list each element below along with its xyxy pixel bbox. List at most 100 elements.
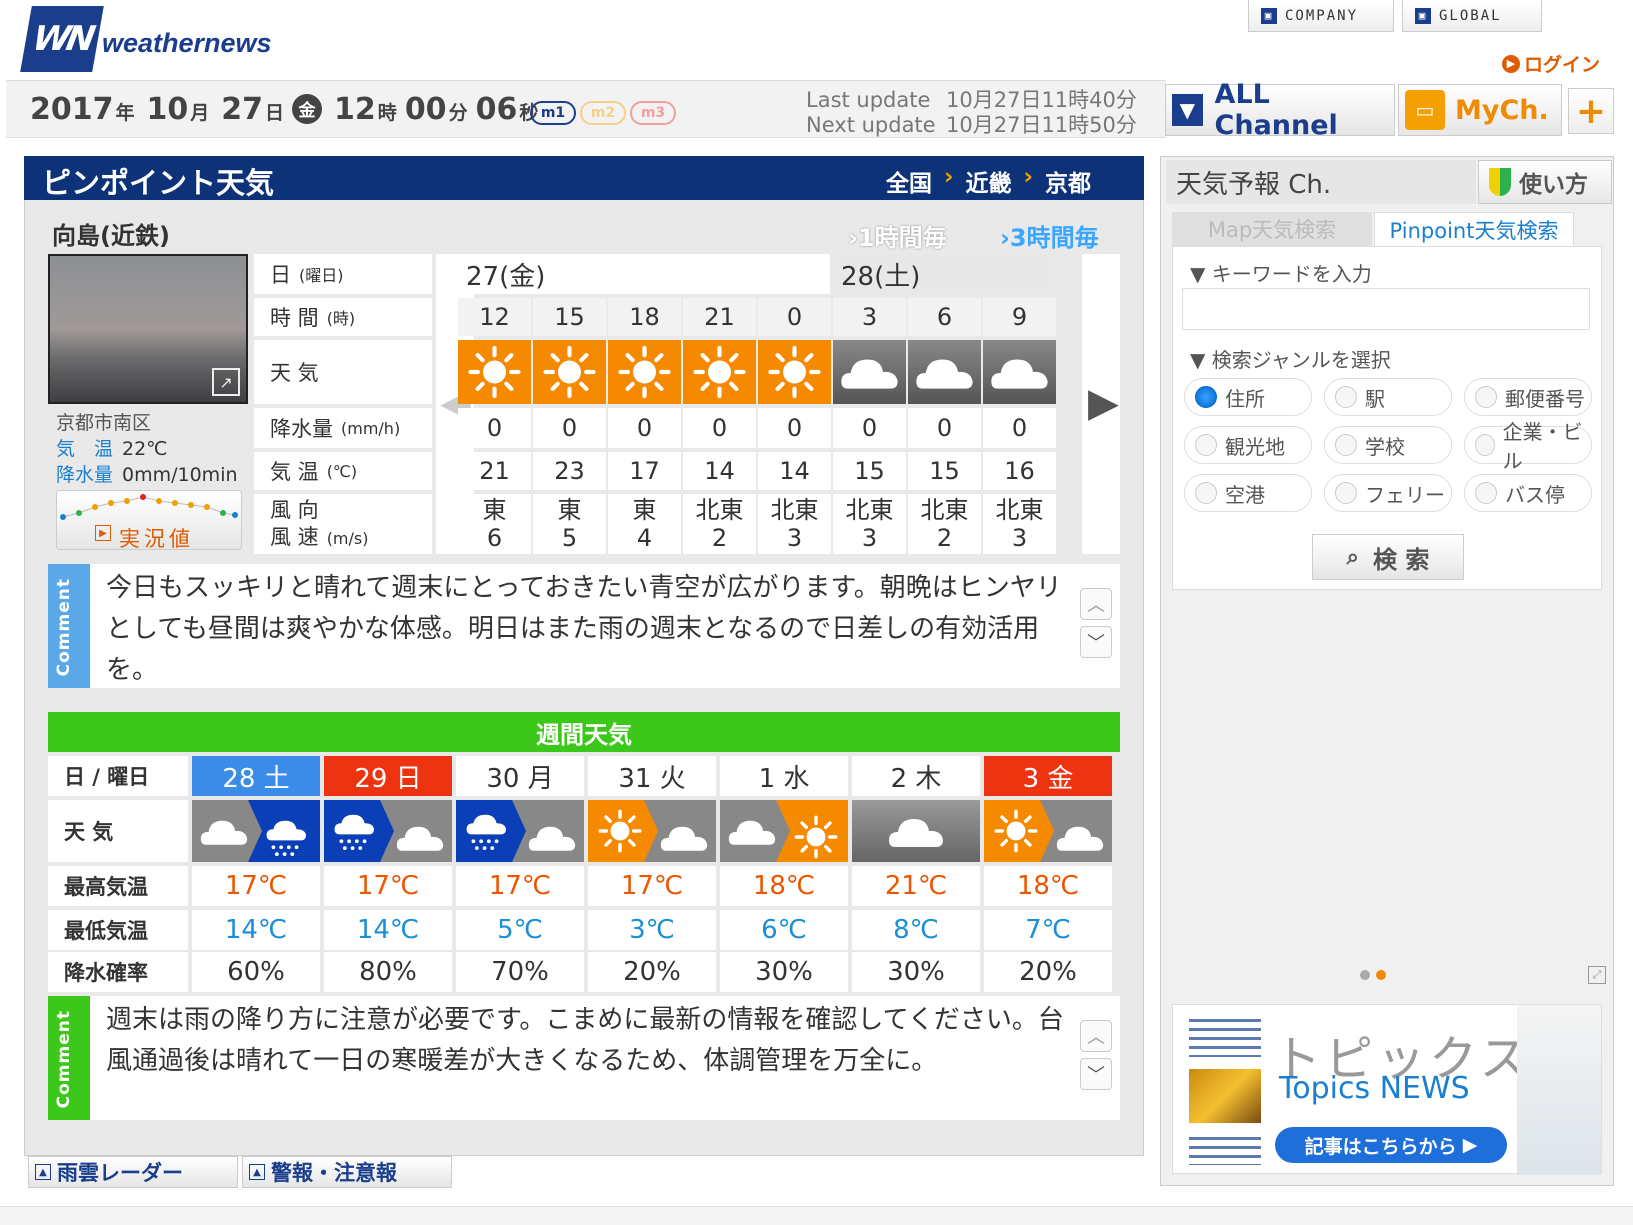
tv-icon: ▭	[1405, 90, 1445, 130]
genre-label-text: フェリー	[1365, 482, 1445, 507]
wind-cell: 北東 2	[908, 494, 981, 554]
carousel-dot-active[interactable]	[1376, 970, 1386, 980]
tab-3-hour-label: 3時間毎	[1009, 224, 1099, 252]
tab-pinpoint-search[interactable]: Pinpoint天気検索	[1374, 212, 1574, 246]
rain-cell: 0	[983, 408, 1056, 448]
clock-month: 10	[146, 92, 189, 127]
day-header: 28(土)	[833, 254, 1055, 294]
wind-direction: 東	[557, 496, 582, 524]
genre-radio[interactable]: 観光地	[1184, 426, 1312, 464]
wind-cell: 北東 3	[758, 494, 831, 554]
topics-button[interactable]: 記事はこちらから ▶	[1275, 1127, 1507, 1163]
rain-radar-tab[interactable]: ▲ 雨雲レーダー	[28, 1156, 238, 1188]
wind-cell: 東4	[608, 494, 681, 554]
arrow-right-icon: ▶	[1462, 1134, 1478, 1156]
weekly-pop-cell: 20%	[984, 952, 1112, 992]
tab-1-hour[interactable]: ›1時間毎	[848, 218, 947, 253]
sunny-icon	[683, 340, 756, 404]
next-update-value: 10月27日11時50分	[946, 113, 1137, 137]
weekly-high-cell: 17℃	[588, 866, 716, 906]
genre-radio[interactable]: バス停	[1464, 474, 1592, 512]
row-label-rain-sub: (mm/h)	[341, 418, 401, 438]
carousel-dot[interactable]	[1360, 970, 1370, 980]
next-arrow-icon[interactable]: ▶	[1088, 380, 1119, 426]
live-camera-image[interactable]: ↗	[48, 254, 248, 404]
rain-to-cloud-icon	[324, 800, 452, 862]
search-button-label: 検 索	[1372, 545, 1430, 574]
triangle-up-icon: ▲	[249, 1164, 265, 1180]
my-channel-button[interactable]: ▭ MyCh.	[1398, 84, 1562, 136]
expand-panel-icon[interactable]: ⤢	[1588, 966, 1606, 984]
genre-label-text: 学校	[1365, 434, 1405, 459]
row-label-date: 日 (曜日)	[254, 254, 432, 294]
keyword-input[interactable]	[1182, 288, 1590, 330]
mode-m1-button[interactable]: m1	[530, 101, 576, 125]
topics-subtitle: Topics NEWS	[1279, 1071, 1470, 1106]
weekly-high-cell: 17℃	[456, 866, 584, 906]
all-channel-button[interactable]: ▼ ALL Channel	[1165, 79, 1395, 141]
topics-banner[interactable]: トピックス Topics NEWS 記事はこちらから ▶	[1172, 1004, 1602, 1175]
warnings-tab[interactable]: ▲ 警報・注意報	[242, 1156, 452, 1188]
search-button[interactable]: ⌕ 検 索	[1312, 534, 1464, 580]
next-update-label: Next update	[806, 113, 936, 137]
search-icon: ⌕	[1346, 544, 1359, 570]
company-link[interactable]: ▣ COMPANY	[1248, 0, 1394, 32]
breadcrumb-national[interactable]: 全国	[886, 164, 932, 198]
logo-mark: WN	[20, 6, 104, 72]
row-label-temp-text: 気 温	[270, 460, 319, 484]
temp-cell: 16	[983, 452, 1056, 490]
company-link-label: COMPANY	[1285, 7, 1359, 24]
row-label-weather: 天 気	[254, 340, 432, 404]
observation-button[interactable]: ▶ 実況値	[56, 490, 242, 551]
genre-radio[interactable]: 住所	[1184, 378, 1312, 416]
weekly-day-header: 31 火	[588, 756, 716, 796]
scroll-down-icon[interactable]: ﹀	[1080, 1058, 1112, 1090]
genre-label-text: バス停	[1505, 482, 1565, 507]
mode-m3-button[interactable]: m3	[630, 101, 676, 125]
genre-label-text: 駅	[1365, 386, 1385, 411]
warnings-label: 警報・注意報	[271, 1161, 397, 1185]
weathernews-logo[interactable]: WN weathernews	[20, 6, 276, 76]
breadcrumb-prefecture[interactable]: 京都	[1045, 164, 1091, 198]
tab-3-hour[interactable]: ›3時間毎	[1000, 218, 1099, 253]
genre-radio[interactable]: 郵便番号	[1464, 378, 1592, 416]
weekly-low-cell: 6℃	[720, 910, 848, 950]
pinpoint-title: ピンポイント天気	[42, 166, 275, 200]
scroll-up-icon[interactable]: ︿	[1080, 588, 1112, 620]
news-thumbnail	[1189, 1131, 1261, 1165]
wind-direction: 北東	[845, 496, 894, 524]
breadcrumb-arrow-icon: ›	[944, 164, 954, 190]
hour-cell: 21	[683, 298, 756, 336]
scroll-up-icon[interactable]: ︿	[1080, 1020, 1112, 1052]
row-label-time: 時 間 (時)	[254, 298, 432, 336]
weekly-high-cell: 18℃	[720, 866, 848, 906]
comment-text: 週末は雨の降り方に注意が必要です。こまめに最新の情報を確認してください。台風通過…	[106, 1005, 1064, 1076]
weekly-low-cell: 5℃	[456, 910, 584, 950]
mode-m2-button[interactable]: m2	[580, 101, 626, 125]
add-channel-button[interactable]: +	[1568, 88, 1614, 134]
clock-minute: 00	[404, 92, 447, 127]
genre-radio[interactable]: 駅	[1324, 378, 1452, 416]
row-label-temp: 気 温 (℃)	[254, 452, 432, 490]
global-link[interactable]: ▣ GLOBAL	[1402, 0, 1542, 32]
hour-cell: 0	[758, 298, 831, 336]
genre-radio[interactable]: 企業・ビル	[1464, 420, 1592, 473]
scroll-down-icon[interactable]: ﹀	[1080, 626, 1112, 658]
genre-radio[interactable]: フェリー	[1324, 474, 1452, 512]
temp-cell: 14	[683, 452, 756, 490]
genre-radio[interactable]: 学校	[1324, 426, 1452, 464]
genre-radio[interactable]: 空港	[1184, 474, 1312, 512]
wind-cell: 東5	[533, 494, 606, 554]
tab-map-search[interactable]: Map天気検索	[1172, 212, 1372, 246]
usage-button[interactable]: 使い方	[1478, 160, 1612, 204]
expand-icon[interactable]: ↗	[212, 368, 240, 396]
weekly-high-cell: 21℃	[852, 866, 980, 906]
weekly-low-cell: 3℃	[588, 910, 716, 950]
weekly-pop-cell: 20%	[588, 952, 716, 992]
weekly-low-cell: 8℃	[852, 910, 980, 950]
login-link[interactable]: ▶ ログイン	[1502, 50, 1600, 77]
weekly-pop-cell: 70%	[456, 952, 584, 992]
cloudy-icon	[908, 340, 981, 404]
row-label-temp-sub: (℃)	[326, 461, 358, 481]
breadcrumb-region[interactable]: 近畿	[965, 164, 1011, 198]
